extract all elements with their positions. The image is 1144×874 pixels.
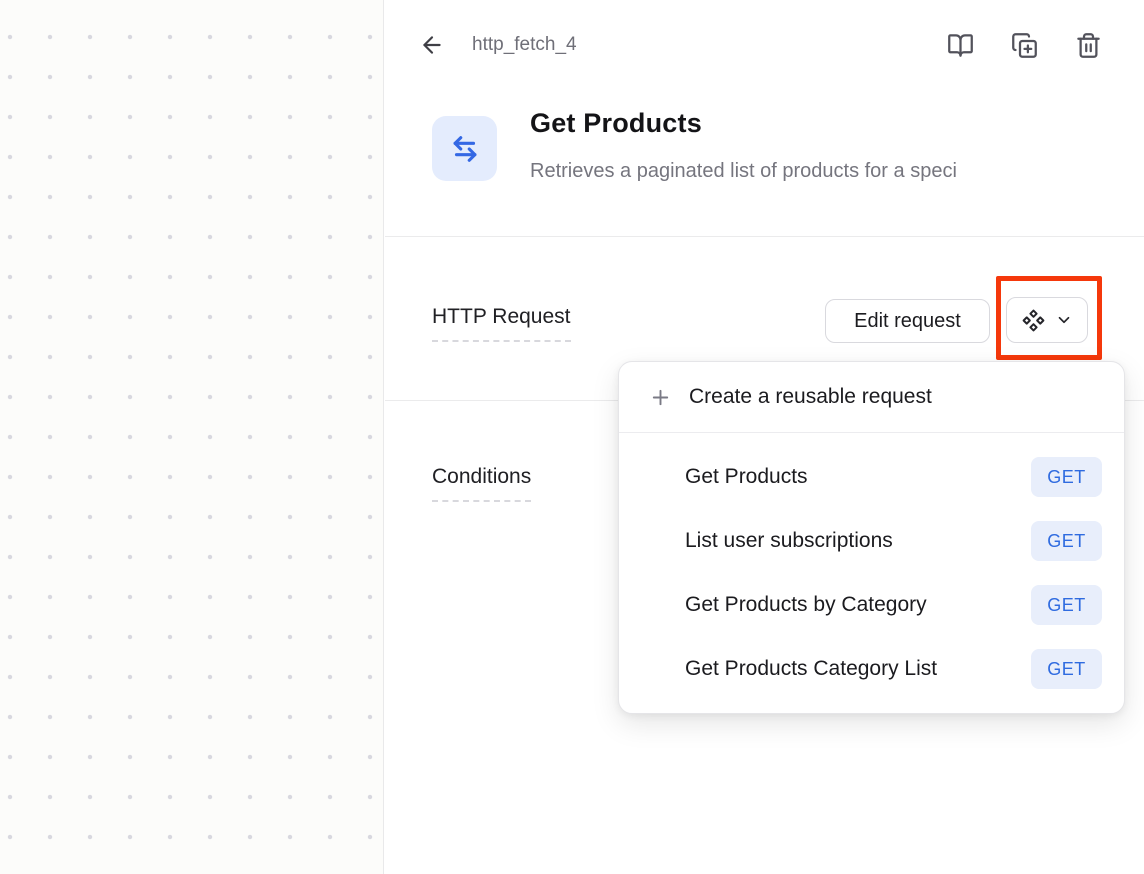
reusable-request-list: Get Products GET List user subscriptions… — [619, 433, 1124, 713]
flow-canvas[interactable] — [0, 0, 384, 874]
request-item-get-products-category-list[interactable]: Get Products Category List GET — [619, 637, 1124, 701]
component-diamonds-icon — [1021, 308, 1046, 333]
chevron-down-icon — [1055, 311, 1073, 329]
header-actions — [946, 31, 1102, 59]
node-id-label: http_fetch_4 — [472, 34, 577, 56]
back-button[interactable] — [418, 31, 446, 59]
create-reusable-request-label: Create a reusable request — [689, 385, 932, 409]
docs-button[interactable] — [946, 31, 974, 59]
trash-icon — [1075, 32, 1102, 59]
request-item-get-products-by-category[interactable]: Get Products by Category GET — [619, 573, 1124, 637]
node-inspector-panel: http_fetch_4 — [385, 0, 1144, 874]
copy-plus-icon — [1011, 32, 1038, 59]
node-type-icon-tile — [432, 116, 497, 181]
http-method-badge: GET — [1031, 585, 1102, 625]
request-item-label: Get Products Category List — [685, 657, 937, 681]
http-request-label[interactable]: HTTP Request — [432, 305, 571, 342]
request-item-get-products[interactable]: Get Products GET — [619, 445, 1124, 509]
plus-icon — [649, 386, 672, 409]
node-description: Retrieves a paginated list of products f… — [530, 160, 1144, 183]
request-item-label: Get Products — [685, 465, 808, 489]
reusable-request-dropdown-menu: Create a reusable request Get Products G… — [618, 361, 1125, 714]
create-reusable-request-item[interactable]: Create a reusable request — [619, 362, 1124, 432]
request-item-label: List user subscriptions — [685, 529, 893, 553]
http-method-badge: GET — [1031, 521, 1102, 561]
edit-request-button[interactable]: Edit request — [825, 299, 990, 343]
conditions-label[interactable]: Conditions — [432, 465, 531, 502]
arrow-left-icon — [419, 32, 445, 58]
book-open-icon — [947, 32, 974, 59]
reusable-request-dropdown-button[interactable] — [1006, 297, 1088, 343]
section-divider — [385, 236, 1144, 237]
duplicate-button[interactable] — [1010, 31, 1038, 59]
request-item-label: Get Products by Category — [685, 593, 927, 617]
arrows-left-right-icon — [448, 132, 482, 166]
node-title: Get Products — [530, 108, 702, 139]
http-method-badge: GET — [1031, 649, 1102, 689]
delete-button[interactable] — [1074, 31, 1102, 59]
request-item-list-user-subscriptions[interactable]: List user subscriptions GET — [619, 509, 1124, 573]
http-method-badge: GET — [1031, 457, 1102, 497]
